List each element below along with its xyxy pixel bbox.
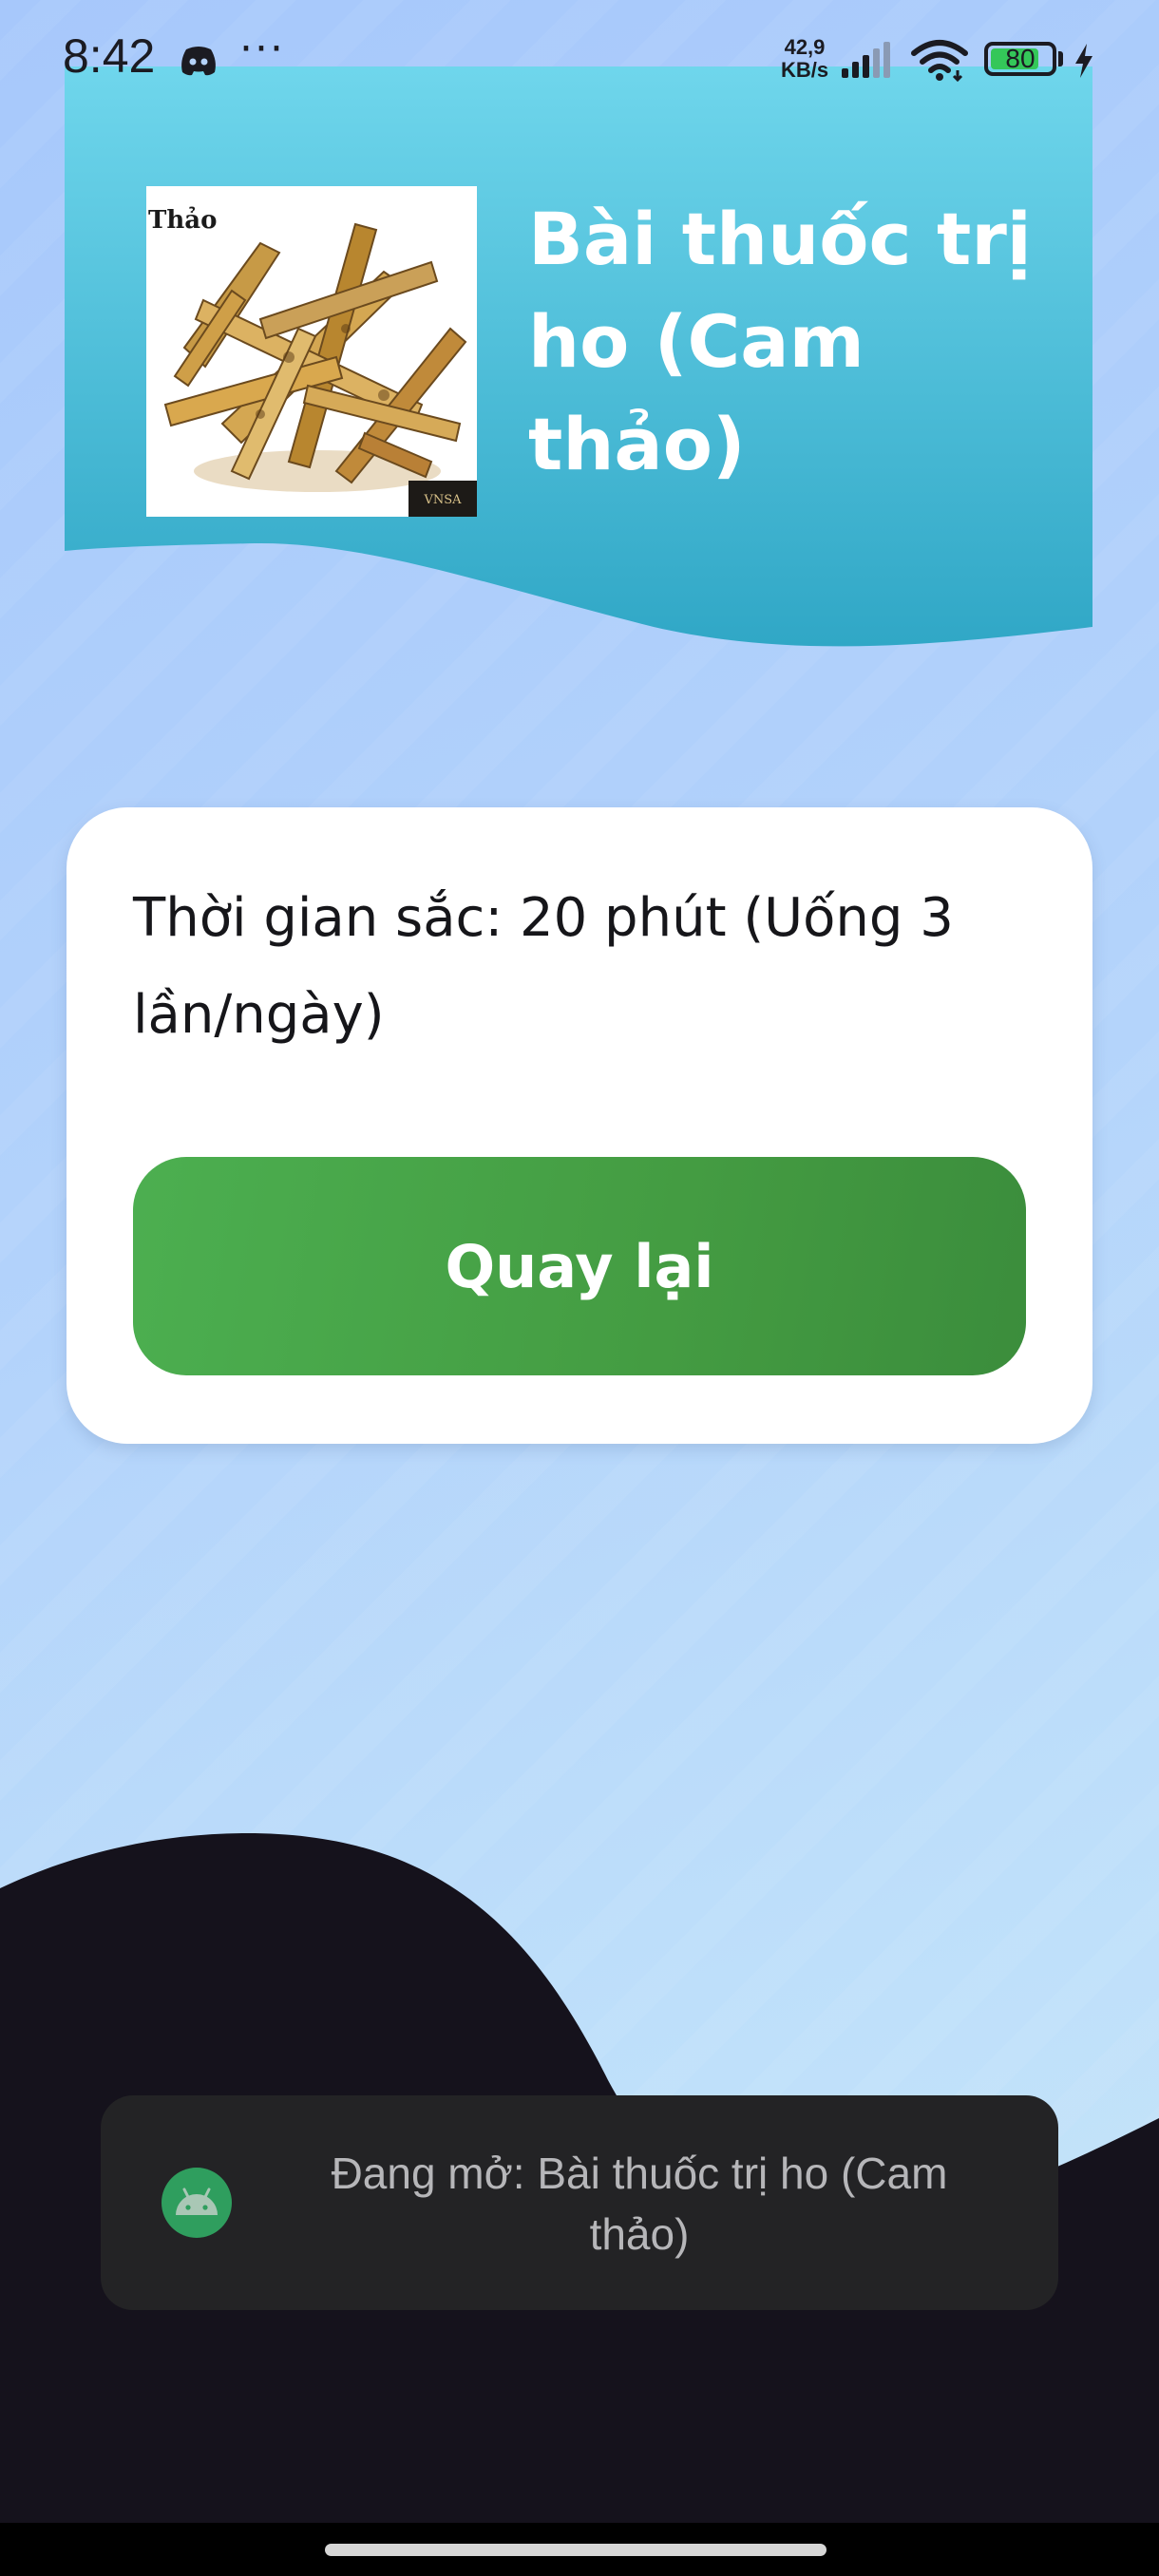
charging-icon [1075, 44, 1092, 78]
battery-tip [1058, 51, 1063, 66]
network-speed: 42,9 KB/s [771, 36, 838, 82]
image-watermark: VNSA [423, 493, 462, 507]
toast-notification: Đang mở: Bài thuốc trị ho (Cam thảo) [101, 2095, 1058, 2310]
brewing-info: Thời gian sắc: 20 phút (Uống 3 lần/ngày) [133, 887, 954, 1046]
status-time: 8:42 [63, 29, 156, 83]
back-button[interactable]: Quay lại [133, 1157, 1026, 1375]
herb-image: Thảo VNSA [146, 186, 477, 517]
battery-percent: 80 [1005, 44, 1036, 73]
more-notifications-icon: ··· [239, 25, 285, 73]
home-indicator[interactable] [325, 2544, 826, 2556]
network-speed-unit: KB/s [780, 58, 829, 82]
battery-icon: 80 [984, 42, 1056, 76]
image-label: Thảo [148, 206, 217, 235]
navigation-bar [0, 2523, 1159, 2576]
android-icon [162, 2168, 232, 2238]
toast-message: Đang mở: Bài thuốc trị ho (Cam thảo) [331, 2149, 948, 2259]
network-speed-value: 42,9 [784, 35, 826, 59]
wifi-icon [911, 40, 968, 82]
cellular-signal-icon [842, 42, 890, 78]
licorice-root-illustration: Thảo VNSA [146, 186, 477, 517]
status-bar: 8:42 ··· 42,9 KB/s 80 [0, 0, 1159, 123]
recipe-card: Thời gian sắc: 20 phút (Uống 3 lần/ngày)… [66, 807, 1092, 1444]
recipe-title: Bài thuốc trị ho (Cam thảo) [528, 197, 1032, 486]
discord-icon [181, 47, 216, 76]
